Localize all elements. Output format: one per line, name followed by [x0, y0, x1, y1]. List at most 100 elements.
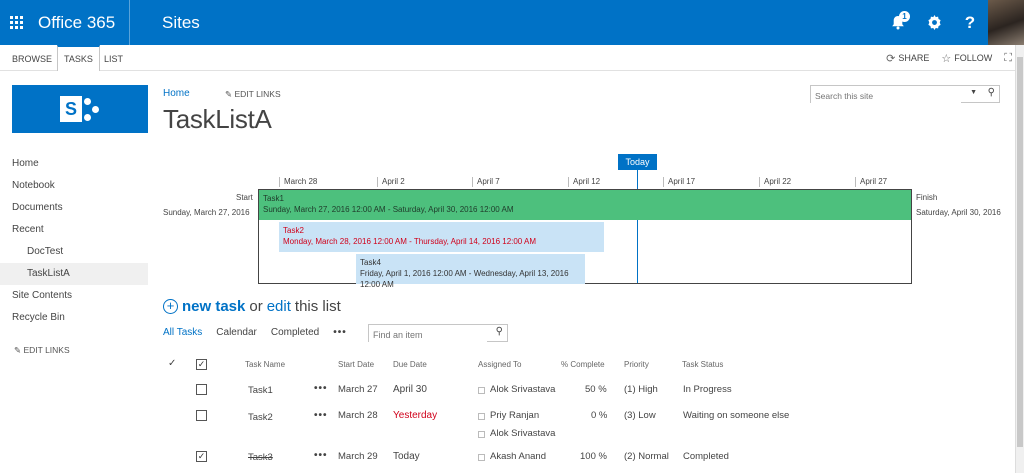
priority: (3) Low: [624, 410, 656, 421]
find-item-box[interactable]: ⚲: [368, 324, 508, 343]
search-icon[interactable]: ⚲: [988, 87, 995, 98]
presence-icon: [478, 413, 485, 420]
timeline-bar-dates: Friday, April 1, 2016 12:00 AM - Wednesd…: [360, 269, 569, 289]
tab-list[interactable]: LIST: [98, 45, 129, 71]
focus-content-button[interactable]: ⛶: [1004, 52, 1012, 65]
pencil-icon: ✎: [225, 89, 233, 99]
nav-edit-links-label: EDIT LINKS: [23, 345, 70, 355]
nav-item-tasklista[interactable]: TaskListA: [0, 263, 148, 285]
tab-tasks[interactable]: TASKS: [57, 45, 100, 71]
column-header-percent-complete[interactable]: % Complete: [561, 360, 605, 369]
avatar[interactable]: [988, 0, 1024, 45]
gear-icon[interactable]: [916, 0, 952, 45]
share-icon: ⟳: [886, 52, 896, 65]
timeline-bar-task2[interactable]: Task2 Monday, March 28, 2016 12:00 AM - …: [279, 222, 604, 252]
site-logo[interactable]: S: [12, 85, 148, 133]
column-header-priority[interactable]: Priority: [624, 360, 649, 369]
chevron-down-icon[interactable]: ▼: [970, 89, 977, 96]
tab-browse[interactable]: BROWSE: [6, 45, 58, 71]
view-calendar[interactable]: Calendar: [216, 327, 257, 338]
site-search-input[interactable]: [811, 88, 961, 104]
task-status: Completed: [683, 451, 729, 462]
focus-icon: ⛶: [1004, 51, 1012, 64]
due-date: Today: [393, 451, 420, 462]
timeline-tick: April 2: [377, 177, 405, 187]
column-header-task-name[interactable]: Task Name: [245, 360, 285, 369]
this-list-text: this list: [294, 298, 341, 315]
app-launcher-icon[interactable]: [0, 0, 32, 45]
nav-item-recycle-bin[interactable]: Recycle Bin: [0, 307, 148, 329]
app-title[interactable]: Sites: [162, 0, 200, 45]
column-header-task-status[interactable]: Task Status: [682, 360, 723, 369]
assigned-to[interactable]: Priy Ranjan: [490, 410, 539, 421]
nav-item-site-contents[interactable]: Site Contents: [0, 285, 148, 307]
timeline-bar-task4[interactable]: Task4 Friday, April 1, 2016 12:00 AM - W…: [356, 254, 585, 289]
timeline-start-date: Sunday, March 27, 2016: [163, 208, 250, 217]
view-selector: All Tasks Calendar Completed •••: [163, 327, 347, 338]
help-icon[interactable]: ?: [952, 0, 988, 45]
find-item-input[interactable]: [369, 327, 487, 343]
due-date: April 30: [393, 384, 427, 395]
timeline-bar-dates: Monday, March 28, 2016 12:00 AM - Thursd…: [283, 237, 537, 246]
row-checkbox[interactable]: [196, 384, 207, 395]
assigned-to[interactable]: Alok Srivastava: [490, 428, 555, 439]
task-name[interactable]: Task3: [248, 452, 273, 463]
task-status: In Progress: [683, 384, 732, 395]
nav-item-home[interactable]: Home: [0, 153, 148, 175]
search-icon[interactable]: ⚲: [496, 326, 503, 337]
timeline-bar-dates: Sunday, March 27, 2016 12:00 AM - Saturd…: [263, 205, 514, 214]
percent-complete: 100 %: [580, 451, 607, 462]
bell-icon[interactable]: 1: [880, 0, 916, 45]
item-menu-icon[interactable]: •••: [314, 383, 328, 394]
site-search-box[interactable]: ▼ ⚲: [810, 85, 1000, 104]
page-title: TaskListA: [163, 104, 272, 134]
item-menu-icon[interactable]: •••: [314, 450, 328, 461]
share-label: SHARE: [898, 53, 930, 63]
new-task-line: + new task or edit this list: [163, 298, 341, 315]
assigned-to[interactable]: Alok Srivastava: [490, 384, 555, 395]
presence-icon: [478, 431, 485, 438]
brand-title[interactable]: Office 365: [38, 0, 131, 45]
select-all-checkbox[interactable]: ✓: [196, 359, 207, 370]
view-all-tasks[interactable]: All Tasks: [163, 327, 202, 338]
item-menu-icon[interactable]: •••: [314, 410, 328, 421]
edit-links-button[interactable]: ✎ EDIT LINKS: [225, 89, 281, 100]
timeline-bar-task1[interactable]: Task1 Sunday, March 27, 2016 12:00 AM - …: [259, 190, 911, 220]
notification-badge: 1: [899, 11, 910, 22]
nav-item-doctest[interactable]: DocTest: [0, 241, 148, 263]
task-status: Waiting on someone else: [683, 410, 790, 421]
nav-edit-links[interactable]: ✎ EDIT LINKS: [0, 339, 148, 361]
timeline-start-label: Start: [236, 193, 253, 202]
quick-launch: Home Notebook Documents Recent DocTest T…: [0, 153, 148, 361]
breadcrumb-home[interactable]: Home: [163, 88, 190, 99]
new-task-link[interactable]: new task: [182, 298, 245, 315]
logo-dots: [84, 96, 100, 122]
plus-circle-icon[interactable]: +: [163, 299, 178, 314]
edit-list-link[interactable]: edit: [267, 298, 291, 315]
pencil-icon: ✎: [14, 345, 22, 355]
follow-label: FOLLOW: [954, 53, 993, 63]
sharepoint-logo-icon: S: [60, 96, 82, 122]
percent-complete: 50 %: [585, 384, 607, 395]
assigned-to[interactable]: Akash Anand: [490, 451, 546, 462]
view-completed[interactable]: Completed: [271, 327, 319, 338]
task-name[interactable]: Task1: [248, 385, 273, 396]
row-checkbox[interactable]: ✓: [196, 451, 207, 462]
nav-item-notebook[interactable]: Notebook: [0, 175, 148, 197]
nav-item-documents[interactable]: Documents: [0, 197, 148, 219]
column-header-start-date[interactable]: Start Date: [338, 360, 374, 369]
share-button[interactable]: ⟳ SHARE: [886, 52, 929, 65]
task-name[interactable]: Task2: [248, 412, 273, 423]
follow-button[interactable]: ☆ FOLLOW: [941, 52, 992, 65]
nav-item-recent[interactable]: Recent: [0, 219, 148, 241]
scrollbar-thumb[interactable]: [1017, 57, 1023, 447]
vertical-scrollbar[interactable]: [1015, 45, 1024, 473]
edit-links-label: EDIT LINKS: [234, 89, 281, 99]
presence-icon: [478, 454, 485, 461]
column-header-due-date[interactable]: Due Date: [393, 360, 427, 369]
row-checkbox[interactable]: [196, 410, 207, 421]
timeline-finish-label: Finish: [916, 193, 938, 202]
more-views-icon[interactable]: •••: [333, 327, 347, 338]
timeline-finish-date: Saturday, April 30, 2016: [916, 208, 1001, 217]
column-header-assigned-to[interactable]: Assigned To: [478, 360, 521, 369]
